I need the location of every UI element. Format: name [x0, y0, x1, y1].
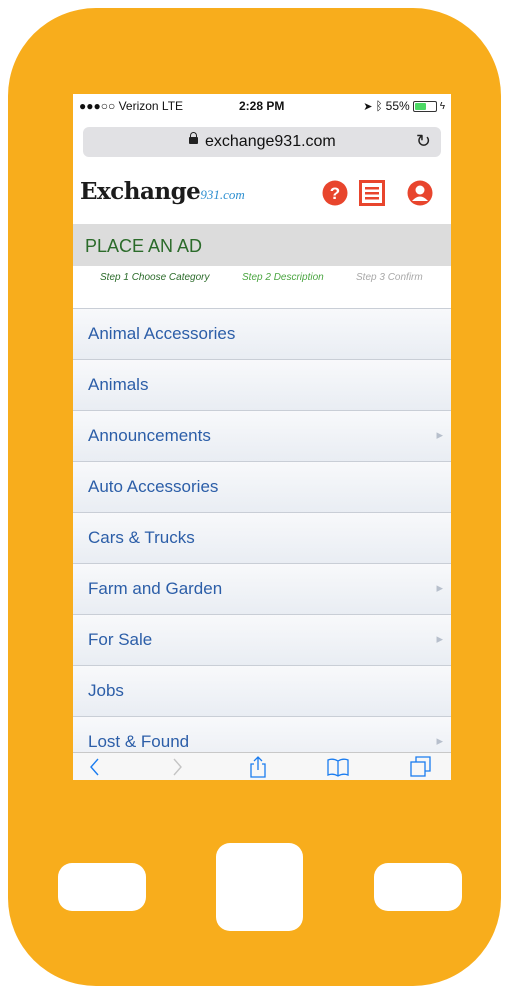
phone-home-button[interactable]: [216, 843, 303, 931]
chevron-right-icon: ▸: [436, 733, 443, 748]
category-label: Cars & Trucks: [88, 528, 195, 547]
chevron-right-icon: ▸: [436, 631, 443, 646]
site-header: Exchange931.com ?: [73, 166, 451, 222]
category-item[interactable]: For Sale ▸: [73, 614, 451, 665]
category-label: Animal Accessories: [88, 324, 236, 343]
category-label: Jobs: [88, 681, 124, 700]
phone-button-left[interactable]: [58, 863, 146, 911]
forward-icon[interactable]: [169, 755, 185, 779]
category-item[interactable]: Jobs: [73, 665, 451, 716]
site-logo[interactable]: Exchange931.com: [80, 178, 245, 205]
page-title-bar: PLACE AN AD: [73, 224, 451, 266]
category-label: For Sale: [88, 630, 153, 649]
category-label: Farm and Garden: [88, 579, 223, 598]
bluetooth-icon: ᛒ: [375, 99, 383, 113]
category-item[interactable]: Animal Accessories: [73, 308, 451, 359]
menu-icon[interactable]: [359, 180, 385, 206]
back-icon[interactable]: [87, 755, 103, 779]
account-icon[interactable]: [407, 180, 433, 206]
step-indicator: Step 1 Choose Category Step 2 Descriptio…: [73, 266, 451, 288]
category-item[interactable]: Cars & Trucks: [73, 512, 451, 563]
tabs-icon[interactable]: [409, 755, 433, 779]
phone-button-right[interactable]: [374, 863, 462, 911]
help-icon[interactable]: ?: [322, 180, 348, 206]
page-title: PLACE AN AD: [85, 236, 203, 256]
category-item[interactable]: Farm and Garden ▸: [73, 563, 451, 614]
category-label: Animals: [88, 375, 149, 394]
step-2: Step 2 Description: [242, 272, 324, 283]
phone-screen: ●●●○○ Verizon LTE 2:28 PM ➤ ᛒ 55% ϟ exch…: [73, 94, 451, 780]
status-bar: ●●●○○ Verizon LTE 2:28 PM ➤ ᛒ 55% ϟ: [73, 94, 451, 116]
chevron-right-icon: ▸: [436, 580, 443, 595]
bookmarks-icon[interactable]: [326, 755, 350, 779]
clock: 2:28 PM: [239, 99, 285, 113]
category-label: Auto Accessories: [88, 477, 219, 496]
chevron-right-icon: ▸: [436, 427, 443, 442]
category-item[interactable]: Announcements ▸: [73, 410, 451, 461]
share-icon[interactable]: [248, 755, 268, 779]
location-icon: ➤: [363, 100, 373, 113]
url-text: exchange931.com: [205, 133, 336, 150]
category-label: Announcements: [88, 426, 211, 445]
carrier-label: ●●●○○ Verizon LTE: [79, 99, 184, 113]
address-bar[interactable]: exchange931.com ↻: [83, 127, 441, 157]
battery-percent: 55%: [385, 99, 410, 113]
category-label: Lost & Found: [88, 732, 190, 751]
status-right: ➤ ᛒ 55% ϟ: [363, 99, 445, 113]
browser-toolbar: [73, 752, 451, 780]
step-1: Step 1 Choose Category: [100, 272, 210, 283]
svg-text:?: ?: [330, 184, 340, 203]
lock-icon: [189, 132, 198, 144]
category-list: Animal Accessories Animals Announcements ▸ A…: [73, 308, 451, 767]
battery-icon: [412, 100, 437, 112]
charging-icon: ϟ: [439, 100, 445, 112]
category-item[interactable]: Animals: [73, 359, 451, 410]
category-item[interactable]: Auto Accessories: [73, 461, 451, 512]
reload-icon[interactable]: ↻: [416, 131, 431, 152]
step-3: Step 3 Confirm: [356, 272, 423, 283]
